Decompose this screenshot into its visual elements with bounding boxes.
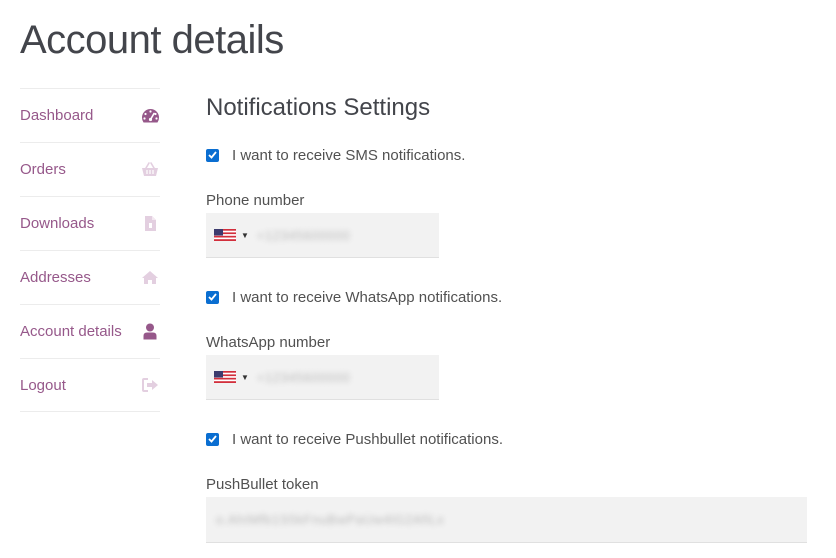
- phone-number-label: Phone number: [206, 192, 305, 209]
- dashboard-icon: [140, 106, 160, 126]
- phone-number-field[interactable]: ▼ +12345600000: [206, 213, 439, 258]
- sidebar-item-orders[interactable]: Orders: [20, 142, 160, 196]
- us-flag-icon: [214, 371, 236, 383]
- sidebar-item-label: Logout: [20, 376, 66, 394]
- whatsapp-number-value: +12345600000: [256, 369, 351, 385]
- us-flag-icon: [214, 229, 236, 241]
- chevron-down-icon: ▼: [241, 372, 249, 382]
- country-selector[interactable]: ▼: [214, 229, 257, 241]
- notifications-settings: Notifications Settings I want to receive…: [206, 94, 816, 543]
- sidebar-item-logout[interactable]: Logout: [20, 358, 160, 412]
- pushbullet-checkbox[interactable]: [206, 432, 219, 446]
- sidebar-item-addresses[interactable]: Addresses: [20, 250, 160, 304]
- whatsapp-checkbox[interactable]: [206, 290, 219, 304]
- country-selector[interactable]: ▼: [214, 371, 257, 383]
- sidebar-item-dashboard[interactable]: Dashboard: [20, 88, 160, 142]
- sidebar-item-label: Account details: [20, 323, 122, 340]
- whatsapp-checkbox-label: I want to receive WhatsApp notifications…: [232, 288, 503, 306]
- sign-out-icon: [140, 375, 160, 395]
- page-title: Account details: [20, 18, 284, 62]
- pushbullet-token-label: PushBullet token: [206, 476, 319, 493]
- user-icon: [140, 322, 160, 342]
- whatsapp-number-field[interactable]: ▼ +12345600000: [206, 355, 439, 400]
- sms-checkbox[interactable]: [206, 148, 219, 162]
- sidebar-item-downloads[interactable]: Downloads: [20, 196, 160, 250]
- pushbullet-checkbox-label: I want to receive Pushbullet notificatio…: [232, 430, 503, 448]
- whatsapp-checkbox-row[interactable]: I want to receive WhatsApp notifications…: [206, 286, 816, 308]
- whatsapp-number-label: WhatsApp number: [206, 334, 331, 351]
- pushbullet-checkbox-row[interactable]: I want to receive Pushbullet notificatio…: [206, 428, 816, 450]
- sms-checkbox-row[interactable]: I want to receive SMS notifications.: [206, 144, 816, 166]
- sidebar-item-label: Downloads: [20, 215, 95, 232]
- sms-checkbox-label: I want to receive SMS notifications.: [232, 146, 466, 164]
- home-icon: [140, 268, 160, 288]
- sidebar-item-label: Addresses: [20, 269, 91, 286]
- account-navigation: Dashboard Orders Downloads Addresses Acc…: [20, 88, 160, 412]
- phone-number-value: +12345600000: [256, 227, 351, 243]
- pushbullet-token-value: o.AhIMfb1S5kFnuBwPaUw4lG2AfiLx: [216, 512, 445, 527]
- sidebar-item-label: Dashboard: [20, 107, 94, 124]
- pushbullet-token-field[interactable]: o.AhIMfb1S5kFnuBwPaUw4lG2AfiLx: [206, 497, 807, 543]
- sidebar-item-account-details[interactable]: Account details: [20, 304, 160, 358]
- file-icon: [140, 214, 160, 234]
- sidebar-item-label: Orders: [20, 161, 66, 178]
- section-title: Notifications Settings: [206, 94, 431, 121]
- basket-icon: [140, 160, 160, 180]
- chevron-down-icon: ▼: [241, 230, 249, 240]
